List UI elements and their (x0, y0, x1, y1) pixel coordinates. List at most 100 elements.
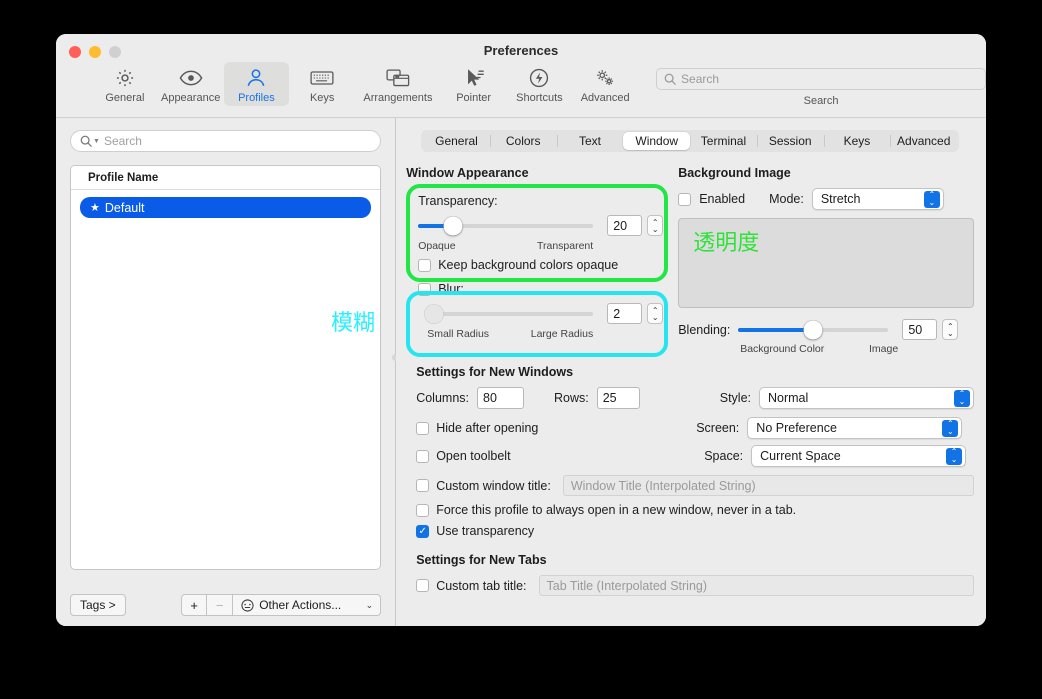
blur-max-label: Large Radius (530, 328, 594, 340)
open-toolbelt-label: Open toolbelt (436, 449, 511, 463)
transparency-value-field[interactable]: 20 (607, 215, 643, 236)
blur-slider[interactable] (424, 304, 594, 323)
blur-checkbox[interactable] (418, 282, 432, 296)
tab-session[interactable]: Session (756, 132, 824, 150)
tags-button[interactable]: Tags > (70, 594, 126, 616)
stepper-down-icon: ⌄ (651, 312, 659, 322)
sidebar-search-input[interactable]: ▼ Search (70, 130, 382, 152)
blur-stepper[interactable]: ⌃ ⌄ (647, 303, 664, 324)
keep-bg-opaque-checkbox[interactable] (418, 258, 432, 272)
transparency-min-label: Opaque (418, 240, 456, 252)
toolbar-item-appearance[interactable]: Appearance (158, 62, 224, 106)
blur-value-field[interactable]: 2 (607, 303, 643, 324)
background-enabled-checkbox[interactable] (678, 192, 692, 206)
remove-profile-button[interactable]: − (207, 594, 234, 616)
blending-value-field[interactable]: 50 (902, 319, 938, 340)
toolbar-item-profiles[interactable]: Profiles (223, 62, 290, 106)
open-toolbelt-checkbox[interactable] (416, 449, 430, 463)
chevron-updown-icon: ⌃ ⌄ (942, 419, 959, 437)
transparency-slider-row: 20 ⌃ ⌄ (418, 215, 668, 236)
preferences-toolbar: General Appearance Profiles Keys Arrange… (56, 62, 986, 118)
profile-actions-group: + − Other Actions... ⌄ (181, 594, 382, 616)
keep-bg-opaque-row[interactable]: Keep background colors opaque (418, 258, 668, 272)
blur-min-label: Small Radius (427, 328, 490, 340)
toolbar-item-label: Arrangements (363, 92, 433, 104)
toolbar-item-keys[interactable]: Keys (289, 62, 355, 106)
chevron-updown-icon: ⌃ ⌄ (954, 389, 970, 407)
hide-after-opening-check[interactable]: Hide after opening (416, 421, 696, 435)
background-mode-select[interactable]: Stretch ⌃ ⌄ (811, 188, 944, 210)
blending-min-label: Background Color (740, 343, 825, 355)
tab-advanced[interactable]: Advanced (890, 132, 957, 150)
chevron-down-icon[interactable]: ▼ (93, 138, 100, 145)
toolbar-item-shortcuts[interactable]: Shortcuts (507, 62, 573, 106)
toolbar-search-group: Search Search (656, 62, 986, 107)
blending-slider-captions: Background Color Image (740, 343, 898, 355)
toolbar-item-label: General (105, 92, 145, 104)
chevron-updown-icon: ⌃ ⌄ (946, 447, 963, 465)
profiles-list-header: Profile Name (71, 166, 381, 190)
force-new-window-checkbox[interactable] (416, 503, 430, 517)
background-mode-label: Mode: (769, 192, 804, 206)
hide-after-opening-row: Hide after opening Screen: No Preference… (416, 417, 974, 439)
preferences-window: Preferences General Appearance Profiles … (56, 34, 986, 626)
sidebar-search-placeholder: Search (103, 134, 142, 148)
space-select[interactable]: Current Space ⌃ ⌄ (751, 445, 967, 467)
other-actions-label: Other Actions... (259, 598, 342, 612)
tab-terminal[interactable]: Terminal (690, 132, 757, 150)
tab-text[interactable]: Text (556, 132, 624, 150)
use-transparency-row[interactable]: ✓ Use transparency (416, 524, 974, 538)
toolbar-item-advanced[interactable]: Advanced (572, 62, 638, 106)
other-actions-menu[interactable]: Other Actions... ⌄ (233, 594, 382, 616)
columns-label: Columns: (416, 391, 469, 405)
toolbar-item-pointer[interactable]: Pointer (441, 62, 507, 106)
window-title: Preferences (483, 43, 559, 58)
style-value: Normal (768, 391, 809, 405)
transparency-slider[interactable] (418, 216, 594, 235)
toolbar-item-general[interactable]: General (92, 62, 158, 106)
hide-after-opening-checkbox[interactable] (416, 421, 430, 435)
style-label: Style: (719, 391, 751, 405)
new-tabs-title: Settings for New Tabs (416, 553, 547, 567)
settings-columns: Window Appearance Transparency: 20 ⌃ ⌄ O… (406, 166, 974, 357)
new-windows-section: Settings for New Windows Columns: 80 Row… (406, 365, 974, 596)
settings-tabbar: General Colors Text Window Terminal Sess… (421, 130, 960, 152)
force-new-window-label: Force this profile to always open in a n… (436, 503, 797, 517)
open-toolbelt-check[interactable]: Open toolbelt (416, 449, 696, 463)
custom-tab-title-check[interactable]: Custom tab title: (416, 579, 527, 593)
title-bar: Preferences General Appearance Profiles … (56, 34, 986, 118)
force-new-window-row[interactable]: Force this profile to always open in a n… (416, 503, 974, 517)
add-profile-button[interactable]: + (181, 594, 208, 616)
tab-window[interactable]: Window (623, 132, 691, 150)
open-toolbelt-row: Open toolbelt Space: Current Space ⌃ ⌄ (416, 445, 974, 467)
use-transparency-label: Use transparency (436, 524, 535, 538)
custom-tab-title-checkbox[interactable] (416, 579, 430, 592)
space-value: Current Space (760, 449, 841, 463)
search-input[interactable]: Search (656, 68, 986, 90)
tab-keys[interactable]: Keys (823, 132, 891, 150)
custom-window-title-checkbox[interactable] (416, 479, 430, 492)
use-transparency-checkbox[interactable]: ✓ (416, 524, 430, 538)
new-windows-title: Settings for New Windows (416, 365, 574, 379)
blur-row[interactable]: Blur: (418, 282, 668, 296)
rows-field[interactable]: 25 (596, 387, 640, 409)
custom-tab-title-input[interactable]: Tab Title (Interpolated String) (538, 575, 974, 596)
custom-window-title-check[interactable]: Custom window title: (416, 479, 551, 493)
blending-stepper[interactable]: ⌃ ⌄ (942, 319, 959, 340)
custom-window-title-row: Custom window title: Window Title (Inter… (416, 475, 974, 496)
toolbar-item-arrangements[interactable]: Arrangements (355, 62, 441, 106)
blending-slider[interactable] (738, 320, 889, 339)
list-item[interactable]: ★ Default (80, 197, 372, 218)
profile-name: Default (104, 200, 145, 215)
transparency-stepper[interactable]: ⌃ ⌄ (647, 215, 664, 236)
tab-colors[interactable]: Colors (489, 132, 557, 150)
blur-slider-captions: Small Radius Large Radius (418, 328, 593, 340)
style-select[interactable]: Normal ⌃ ⌄ (759, 387, 974, 409)
gears-icon (593, 66, 617, 90)
background-image-preview[interactable]: 透明度 (678, 218, 974, 308)
screen-value: No Preference (756, 421, 837, 435)
custom-window-title-input[interactable]: Window Title (Interpolated String) (562, 475, 974, 496)
columns-field[interactable]: 80 (477, 387, 524, 409)
tab-general[interactable]: General (423, 132, 490, 150)
screen-select[interactable]: No Preference ⌃ ⌄ (747, 417, 963, 439)
